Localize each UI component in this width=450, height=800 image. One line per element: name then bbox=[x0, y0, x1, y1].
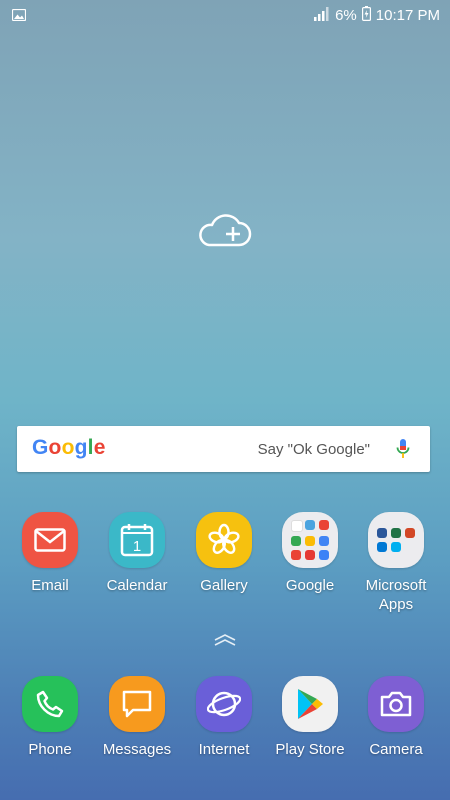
google-folder-icon bbox=[282, 512, 338, 568]
app-email[interactable]: Email bbox=[5, 512, 95, 595]
app-label: Play Store bbox=[275, 741, 345, 758]
gallery-flower-icon bbox=[196, 512, 252, 568]
google-logo-letter: o bbox=[48, 436, 62, 459]
dock-camera[interactable]: Camera bbox=[351, 676, 441, 759]
folder-google[interactable]: Google bbox=[265, 512, 355, 595]
battery-charging-icon bbox=[361, 6, 371, 26]
app-label: Google bbox=[285, 577, 335, 594]
microsoft-folder-icon bbox=[368, 512, 424, 568]
google-logo: Google bbox=[32, 436, 106, 460]
app-label: Email bbox=[31, 577, 69, 594]
dock-play-store[interactable]: Play Store bbox=[265, 676, 355, 759]
google-logo-letter: e bbox=[93, 436, 106, 459]
play-store-icon bbox=[282, 676, 338, 732]
app-label: Calendar bbox=[106, 577, 168, 594]
app-label: Messages bbox=[102, 741, 172, 758]
dock-phone[interactable]: Phone bbox=[5, 676, 95, 759]
search-hint: Say "Ok Google" bbox=[257, 441, 370, 458]
google-search-bar[interactable]: Google Say "Ok Google" bbox=[17, 426, 430, 472]
app-label: Internet bbox=[198, 741, 250, 758]
messages-icon bbox=[109, 676, 165, 732]
dock-internet[interactable]: Internet bbox=[179, 676, 269, 759]
app-label: Phone bbox=[28, 741, 72, 758]
image-icon bbox=[11, 8, 27, 26]
phone-icon bbox=[22, 676, 78, 732]
camera-icon bbox=[368, 676, 424, 732]
app-label: Microsoft Apps bbox=[365, 577, 427, 613]
clock: 10:17 PM bbox=[375, 7, 440, 24]
internet-icon bbox=[196, 676, 252, 732]
folder-microsoft-apps[interactable]: Microsoft Apps bbox=[351, 512, 441, 614]
signal-icon bbox=[314, 6, 330, 26]
app-calendar[interactable]: 1 Calendar bbox=[92, 512, 182, 595]
battery-percent: 6% bbox=[335, 7, 357, 24]
microphone-icon[interactable] bbox=[396, 438, 410, 465]
google-logo-letter: g bbox=[74, 436, 88, 459]
calendar-icon: 1 bbox=[109, 512, 165, 568]
cloud-add-icon[interactable] bbox=[195, 212, 253, 252]
app-label: Gallery bbox=[200, 577, 248, 594]
app-label: Camera bbox=[369, 741, 423, 758]
dock-messages[interactable]: Messages bbox=[92, 676, 182, 759]
calendar-day: 1 bbox=[133, 538, 141, 555]
chevron-up-icon[interactable] bbox=[212, 633, 238, 652]
google-logo-letter: G bbox=[32, 436, 49, 459]
google-logo-letter: o bbox=[61, 436, 75, 459]
status-bar: 6% 10:17 PM bbox=[0, 0, 450, 30]
app-gallery[interactable]: Gallery bbox=[179, 512, 269, 595]
email-icon bbox=[22, 512, 78, 568]
